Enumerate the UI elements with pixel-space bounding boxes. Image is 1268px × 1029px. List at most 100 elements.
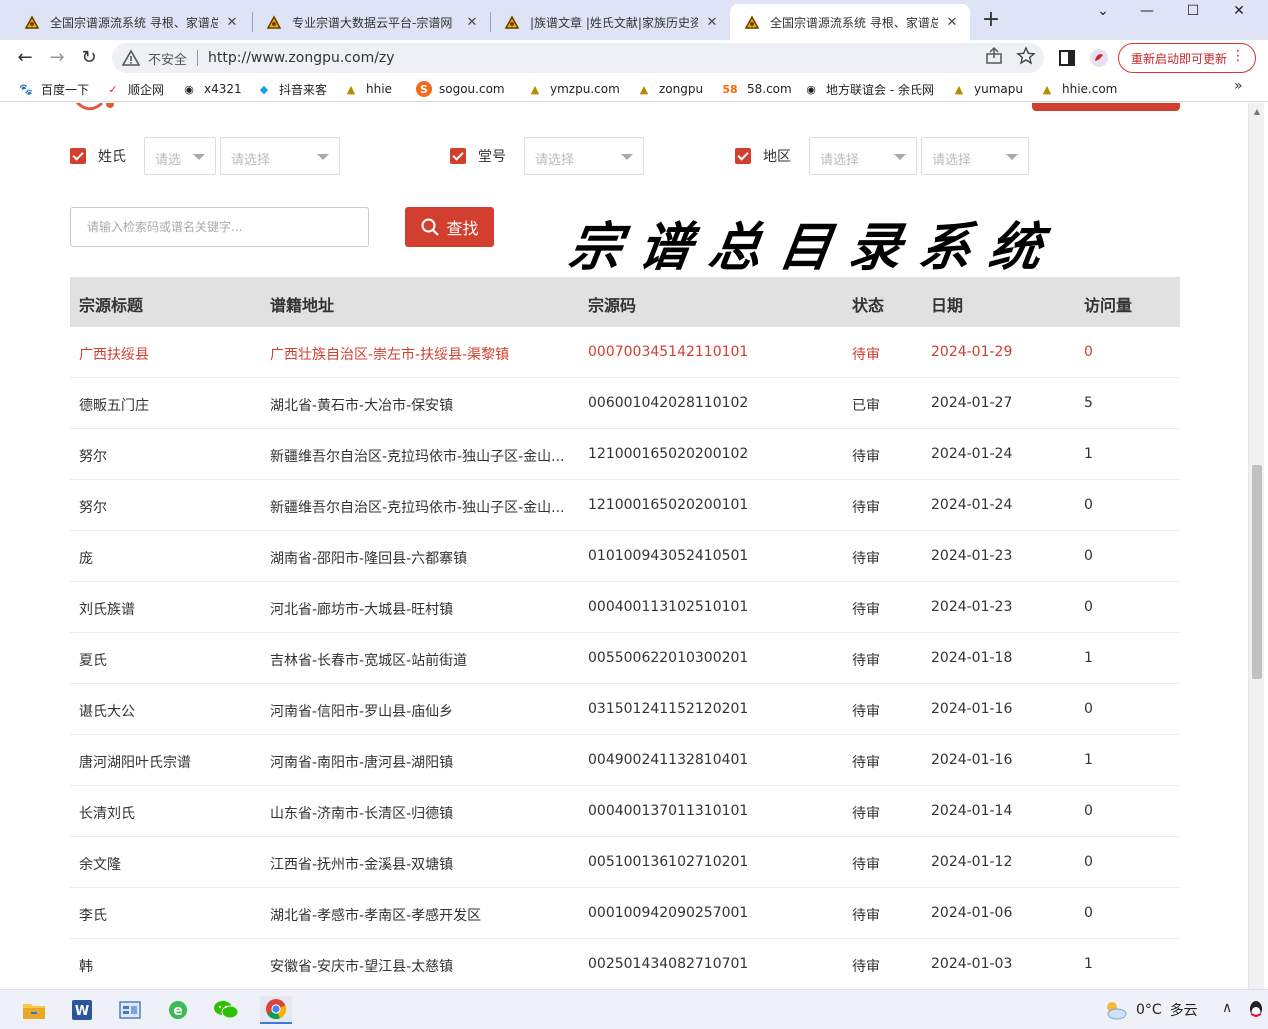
bookmark-item[interactable]: ✓ 顺企网 [105, 79, 164, 99]
search-button[interactable]: 查找 [405, 207, 494, 247]
globe-icon: ◉ [806, 82, 816, 96]
table-row[interactable]: 德畈五门庄 湖北省-黄石市-大冶市-保安镇 006001042028110102 已审… [70, 378, 1180, 429]
address-bar[interactable]: 不安全 http://www.zongpu.com/zy [112, 43, 1044, 73]
back-arrow-icon[interactable]: ← [12, 45, 38, 71]
surname-select-2[interactable]: 请选择 [220, 137, 340, 175]
zongpu-favicon-icon [504, 15, 520, 29]
scroll-up-icon[interactable]: ▲ [1252, 107, 1262, 117]
bookmark-item[interactable]: ◆ 抖音来客 [256, 79, 327, 99]
hall-select[interactable]: 请选择 [524, 137, 644, 175]
table-row[interactable]: 李氏 湖北省-孝感市-孝南区-孝感开发区 000100942090257001 待审 2… [70, 888, 1180, 939]
bookmark-item[interactable]: ▲ hhie [343, 79, 392, 99]
table-row[interactable]: 刘氏族谱 河北省-廊坊市-大城县-旺村镇 000400113102510101 待审 2… [70, 582, 1180, 633]
close-icon[interactable]: ✕ [944, 15, 960, 30]
region-select-2[interactable]: 请选择 [921, 137, 1029, 175]
file-explorer-icon[interactable] [18, 996, 50, 1024]
bookmark-item[interactable]: ▲ zongpu [636, 79, 703, 99]
region-checkbox[interactable] [735, 148, 751, 164]
chrome-icon[interactable] [260, 996, 292, 1024]
cell-code: 005500622010300201 [588, 650, 749, 666]
cell-title[interactable]: 唐河湖阳叶氏宗谱 [79, 752, 259, 772]
cell-title[interactable]: 努尔 [79, 497, 259, 517]
word-icon[interactable]: W [66, 996, 98, 1024]
close-icon[interactable]: ✕ [224, 15, 240, 30]
control-panel-icon[interactable] [114, 996, 146, 1024]
bookmark-item[interactable]: ▲ yumapu [951, 79, 1023, 99]
cell-title[interactable]: 韩 [79, 956, 259, 976]
bookmark-item[interactable]: 🐾 百度一下 [18, 79, 89, 99]
cell-visits: 0 [1084, 497, 1093, 513]
column-header-date: 日期 [931, 296, 964, 315]
bookmark-item[interactable]: ▲ ymzpu.com [527, 79, 620, 99]
forward-arrow-icon[interactable]: → [44, 45, 70, 71]
browser-tab-2[interactable]: 专业宗谱大数据云平台-宗谱网 ✕ [252, 4, 490, 40]
bookmark-label: 百度一下 [41, 82, 90, 97]
bookmark-star-icon[interactable] [1016, 46, 1036, 66]
bookmark-item[interactable]: 58 58.com [720, 79, 791, 99]
table-row[interactable]: 庞湖南省-邵阳市-隆回县-六都寨镇 010100943052410501 待审 202… [70, 531, 1180, 582]
browser-tab-4-active[interactable]: 全国宗谱源流系统 寻根、家谱总目 ✕ [730, 4, 970, 40]
warning-triangle-icon[interactable] [122, 49, 140, 67]
cell-title[interactable]: 努尔 [79, 446, 259, 466]
close-icon[interactable]: ✕ [704, 15, 720, 30]
table-row[interactable]: 余文隆 江西省-抚州市-金溪县-双塘镇 005100136102710201 待审 20… [70, 837, 1180, 888]
table-row[interactable]: 韩安徽省-安庆市-望江县-太慈镇 002501434082710701 待审 2024… [70, 939, 1180, 989]
zongpu-icon: ▲ [1042, 82, 1052, 96]
qq-icon[interactable] [1246, 998, 1266, 1022]
table-row[interactable]: 长清刘氏 山东省-济南市-长清区-归德镇 000400137011310101 待审 2… [70, 786, 1180, 837]
profile-avatar-icon[interactable] [1089, 48, 1109, 68]
search-input[interactable]: 请输入检索码或谱名关键字... [70, 207, 369, 247]
wechat-icon[interactable] [210, 996, 242, 1024]
table-row[interactable]: 努尔 新疆维吾尔自治区-克拉玛依市-独山子区-金山... 1210001650202… [70, 429, 1180, 480]
surname-checkbox[interactable] [70, 148, 86, 164]
url-text[interactable]: http://www.zongpu.com/zy [208, 50, 395, 66]
browser-tab-1[interactable]: 全国宗谱源流系统 寻根、家谱总目 ✕ [10, 4, 250, 40]
cell-title[interactable]: 德畈五门庄 [79, 395, 259, 415]
bookmark-item[interactable]: ◉ x4321 [181, 79, 241, 99]
table-row[interactable]: 广西扶绥县 广西壮族自治区-崇左市-扶绥县-渠黎镇 0007003451421101… [70, 327, 1180, 378]
cell-title[interactable]: 长清刘氏 [79, 803, 259, 823]
close-icon[interactable]: ✕ [464, 15, 480, 30]
site-logo-icon[interactable] [74, 103, 118, 111]
header-action-button[interactable] [1032, 103, 1180, 111]
table-row[interactable]: 夏氏 吉林省-长春市-宽城区-站前街道 005500622010300201 待审 20… [70, 633, 1180, 684]
cell-title[interactable]: 谌氏大公 [79, 701, 259, 721]
cell-title[interactable]: 庞 [79, 548, 259, 568]
cell-title[interactable]: 夏氏 [79, 650, 259, 670]
region-select-1[interactable]: 请选择 [809, 137, 917, 175]
bookmark-item[interactable]: ◉ 地方联谊会 - 余氏网 [803, 79, 934, 99]
reload-icon[interactable]: ↻ [76, 45, 102, 71]
weather-widget[interactable]: 0°C 多云 [1102, 999, 1198, 1021]
minimize-icon[interactable]: — [1124, 0, 1170, 24]
window-close-icon[interactable]: ✕ [1216, 0, 1262, 24]
cell-status: 待审 [852, 857, 880, 873]
bookmark-item[interactable]: ▲ hhie.com [1039, 79, 1118, 99]
bookmark-item[interactable]: Ssogou.com [416, 79, 505, 99]
cell-code: 000400113102510101 [588, 599, 749, 615]
cell-title[interactable]: 广西扶绥县 [79, 344, 259, 364]
hall-checkbox[interactable] [450, 148, 466, 164]
browser-tab-3[interactable]: |族谱文章 |姓氏文献|家族历史资料 ✕ [490, 4, 730, 40]
tray-expand-chevron-icon[interactable]: ∧ [1222, 1000, 1232, 1016]
bookmarks-overflow-chevron-icon[interactable]: » [1234, 78, 1243, 94]
cell-address: 湖南省-邵阳市-隆回县-六都寨镇 [270, 551, 468, 567]
sogou-icon: S [416, 81, 432, 97]
table-row[interactable]: 唐河湖阳叶氏宗谱 河南省-南阳市-唐河县-湖阳镇 00490024113281040… [70, 735, 1180, 786]
table-row[interactable]: 谌氏大公 河南省-信阳市-罗山县-庙仙乡 031501241152120201 待审 2… [70, 684, 1180, 735]
surname-select-1[interactable]: 请选 [144, 137, 216, 175]
scroll-thumb[interactable] [1252, 465, 1262, 679]
ie-browser-icon[interactable]: e [162, 996, 194, 1024]
share-icon[interactable] [984, 46, 1004, 66]
new-tab-button[interactable]: + [980, 8, 1002, 34]
page-scrollbar[interactable]: ▲ [1248, 103, 1264, 989]
table-row[interactable]: 努尔 新疆维吾尔自治区-克拉玛依市-独山子区-金山... 1210001650202… [70, 480, 1180, 531]
tab-search-chevron-icon[interactable]: ⌄ [1080, 0, 1126, 24]
cell-title[interactable]: 余文隆 [79, 854, 259, 874]
menu-dots-icon[interactable]: ⋮ [1231, 48, 1245, 64]
side-panel-icon[interactable] [1057, 48, 1077, 68]
maximize-icon[interactable]: ☐ [1170, 0, 1216, 24]
restart-update-button[interactable]: 重新启动即可更新 ⋮ [1118, 43, 1256, 73]
cell-title[interactable]: 李氏 [79, 905, 259, 925]
search-icon [421, 218, 440, 236]
cell-title[interactable]: 刘氏族谱 [79, 599, 259, 619]
